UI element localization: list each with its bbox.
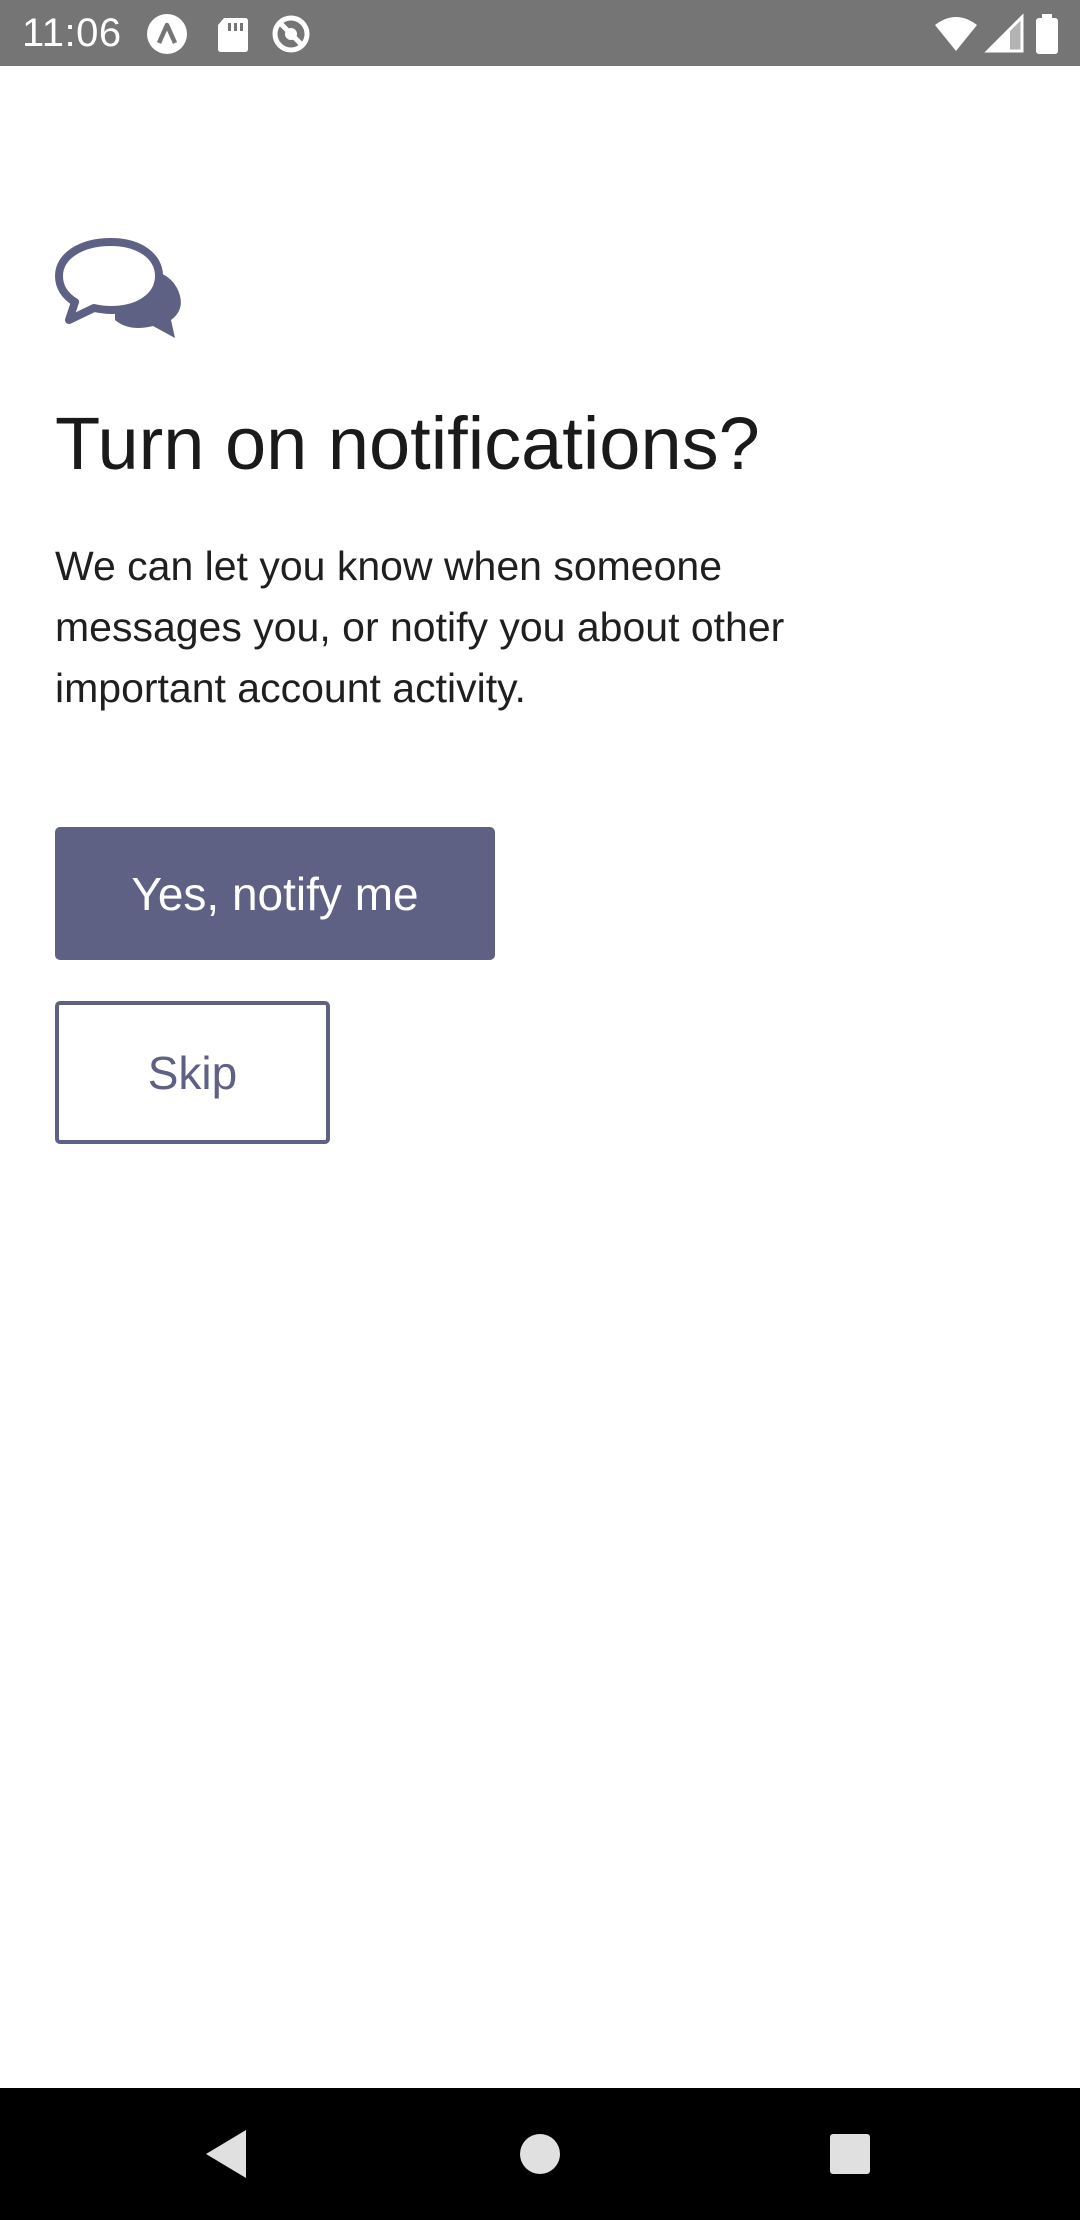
home-icon[interactable] xyxy=(510,2124,570,2184)
battery-icon xyxy=(1036,14,1058,54)
sd-card-icon xyxy=(218,18,248,52)
status-time: 11:06 xyxy=(22,11,122,55)
chat-bubbles-icon xyxy=(55,238,181,338)
app-a-icon xyxy=(147,14,187,54)
cellular-signal-icon xyxy=(984,13,1024,53)
navigation-bar xyxy=(0,2088,1080,2220)
skip-button[interactable]: Skip xyxy=(55,1001,330,1144)
back-icon[interactable] xyxy=(196,2124,256,2184)
description-text: We can let you know when someone message… xyxy=(55,543,785,711)
wifi-icon xyxy=(935,17,977,51)
page-title: Turn on notifications? xyxy=(55,402,760,485)
status-bar: 11:06 xyxy=(0,0,1080,66)
recents-icon[interactable] xyxy=(820,2124,880,2184)
yes-notify-me-button[interactable]: Yes, notify me xyxy=(55,827,495,960)
notification-permission-screen: 11:06 Turn on notifications? We can let … xyxy=(0,0,1080,2220)
no-sync-icon xyxy=(272,15,310,53)
